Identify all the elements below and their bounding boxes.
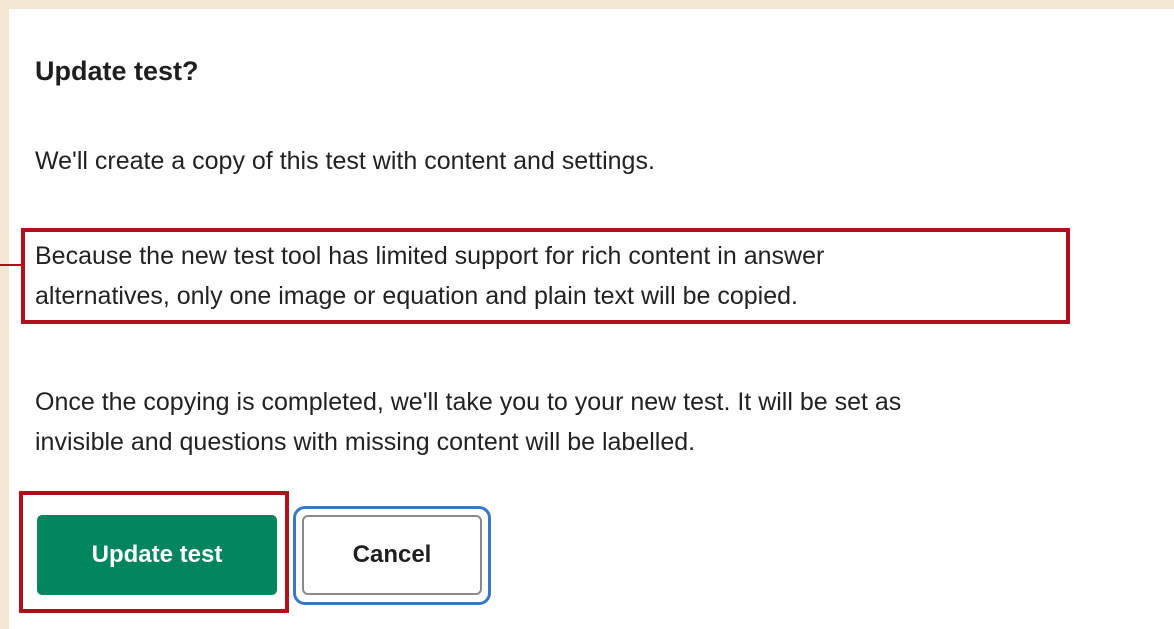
copy-info-line-1: We'll create a copy of this test with co… [35,147,655,175]
completion-line-1: Once the copying is completed, we'll tak… [35,388,902,416]
dialog-title: Update test? [35,56,199,86]
completion-line-2: invisible and questions with missing con… [35,428,696,456]
completion-info-text: Once the copying is completed, we'll tak… [35,382,901,462]
cancel-button[interactable]: Cancel [302,515,482,595]
copy-info-text: We'll create a copy of this test with co… [35,141,655,181]
update-test-dialog: Update test? We'll create a copy of this… [0,9,1174,629]
warning-highlight-box [21,228,1070,324]
update-test-button[interactable]: Update test [37,515,277,595]
annotation-callout-line [0,264,21,266]
